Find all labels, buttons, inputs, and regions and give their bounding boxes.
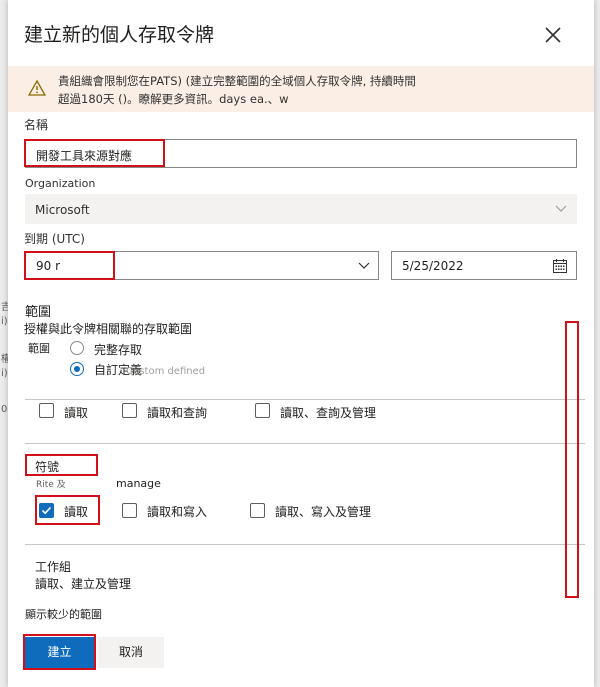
calendar-icon[interactable] [552,258,568,274]
code-read-query-manage-checkbox[interactable] [255,403,270,418]
chevron-down-icon [358,262,370,269]
highlight-create-button [23,634,96,670]
banner-message: 貴組織會限制您在PATS) (建立完整範圍的全域個人存取令牌, 持續時間 超過1… [58,72,518,108]
ghost-text: Custom defined [126,366,206,377]
name-label: 名稱 [24,118,49,132]
highlight-symbols [25,454,98,476]
expiration-date-value: 5/25/2022 [402,259,464,273]
expiration-label: 到期 (UTC) [24,232,85,246]
code-read-label: 讀取 [64,406,89,420]
code-read-checkbox[interactable] [39,403,54,418]
full-access-label: 完整存取 [94,343,143,357]
work-items-description: 讀取、建立及管理 [35,577,132,591]
background-fragment: i) [1,316,8,327]
organization-label: Organization [25,177,96,190]
scopes-description: 授權與此令牌相關聯的存取範圍 [24,322,193,336]
highlight-symbols-read [35,495,100,525]
banner-line: 貴組織會限制您在PATS) (建立完整範圍的全域個人存取令牌, 持續時間 [58,74,416,88]
symbols-read-write-checkbox[interactable] [122,503,137,518]
scopes-heading: 範圍 [25,305,52,320]
section-divider [25,544,585,545]
code-read-query-checkbox[interactable] [122,403,137,418]
highlight-expiration [24,251,115,280]
background-fragment: 0 [1,404,8,415]
cancel-button[interactable]: 取消 [98,637,164,668]
symbols-read-write-manage-checkbox[interactable] [250,503,265,518]
symbols-description: manage [116,477,161,490]
chevron-down-icon [555,205,567,212]
warning-icon [28,79,46,96]
symbols-description-fragment: Rite 及 [36,480,66,490]
code-read-query-label: 讀取和查詢 [147,406,208,420]
code-read-query-manage-label: 讀取、查詢及管理 [280,406,377,420]
policy-warning-banner: 貴組織會限制您在PATS) (建立完整範圍的全域個人存取令牌, 持續時間 超過1… [8,66,594,112]
show-fewer-scopes-link[interactable]: 顯示較少的範圍 [25,606,102,622]
scope-type-label: 範圍 [28,342,50,355]
close-icon[interactable] [542,24,564,46]
expiration-date-field[interactable]: 5/25/2022 [391,251,577,280]
symbols-read-write-manage-label: 讀取、寫入及管理 [275,505,372,519]
dialog-title: 建立新的個人存取令牌 [24,24,215,46]
section-divider [25,443,585,444]
highlight-name [24,139,165,167]
create-token-dialog: 建立新的個人存取令牌 貴組織會限制您在PATS) (建立完整範圍的全域個人存取令… [8,0,594,687]
radio-custom-defined[interactable] [70,362,84,376]
work-items-title: 工作組 [35,560,72,574]
background-fragment: i) [1,368,8,379]
organization-select[interactable]: Microsoft [25,194,577,224]
banner-learn-more-link[interactable]: 超過180天 ()。瞭解更多資訊。days ea.、w [58,90,518,108]
symbols-read-write-label: 讀取和寫入 [147,505,208,519]
radio-full-access[interactable] [70,341,84,355]
highlight-scrollbar [565,321,579,598]
organization-value: Microsoft [35,203,90,217]
section-divider [25,399,585,400]
